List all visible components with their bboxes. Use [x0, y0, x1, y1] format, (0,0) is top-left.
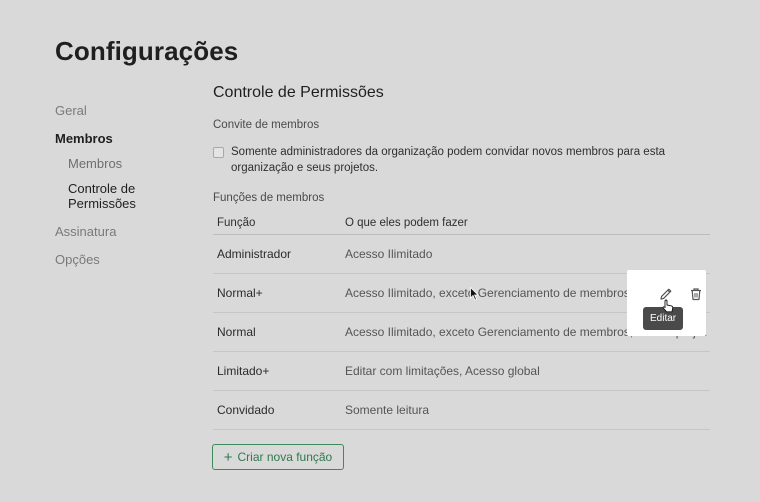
sidebar-subitem-membros[interactable]: Membros: [68, 156, 122, 171]
table-row[interactable]: Administrador Acesso Ilimitado: [213, 234, 710, 274]
role-name: Normal+: [213, 273, 341, 313]
roles-heading: Funções de membros: [213, 192, 325, 204]
column-header-permissions: O que eles podem fazer: [341, 212, 710, 235]
column-header-role: Função: [213, 212, 341, 235]
invite-option: Somente administradores da organização p…: [213, 144, 710, 176]
table-row[interactable]: Convidado Somente leitura: [213, 390, 710, 430]
hand-cursor-icon: [662, 299, 674, 313]
trash-icon[interactable]: [688, 286, 704, 302]
role-permissions: Editar com limitações, Acesso global: [341, 351, 710, 391]
invite-admin-only-checkbox[interactable]: [213, 147, 224, 158]
create-role-label: Criar nova função: [237, 450, 333, 464]
sidebar-item-membros[interactable]: Membros: [55, 131, 113, 146]
role-name: Limitado+: [213, 351, 341, 391]
role-permissions: Acesso Ilimitado: [341, 234, 710, 274]
sidebar-item-assinatura[interactable]: Assinatura: [55, 224, 116, 239]
role-name: Convidado: [213, 390, 341, 430]
sidebar-item-geral[interactable]: Geral: [55, 103, 87, 118]
sidebar-subitem-controle-permissoes[interactable]: Controle de Permissões: [68, 181, 178, 211]
invite-checkbox-label[interactable]: Somente administradores da organização p…: [231, 144, 691, 176]
mouse-pointer-icon: [470, 287, 479, 301]
table-row[interactable]: Limitado+ Editar com limitações, Acesso …: [213, 351, 710, 391]
sidebar-item-opcoes[interactable]: Opções: [55, 252, 100, 267]
role-permissions: Somente leitura: [341, 390, 710, 430]
section-title: Controle de Permissões: [213, 84, 384, 101]
invite-heading: Convite de membros: [213, 119, 320, 131]
page-title: Configurações: [55, 36, 239, 66]
role-name: Normal: [213, 312, 341, 352]
table-header-row: Função O que eles podem fazer: [213, 212, 710, 235]
plus-icon: +: [223, 448, 233, 466]
role-name: Administrador: [213, 234, 341, 274]
create-role-button[interactable]: + Criar nova função: [212, 444, 344, 470]
